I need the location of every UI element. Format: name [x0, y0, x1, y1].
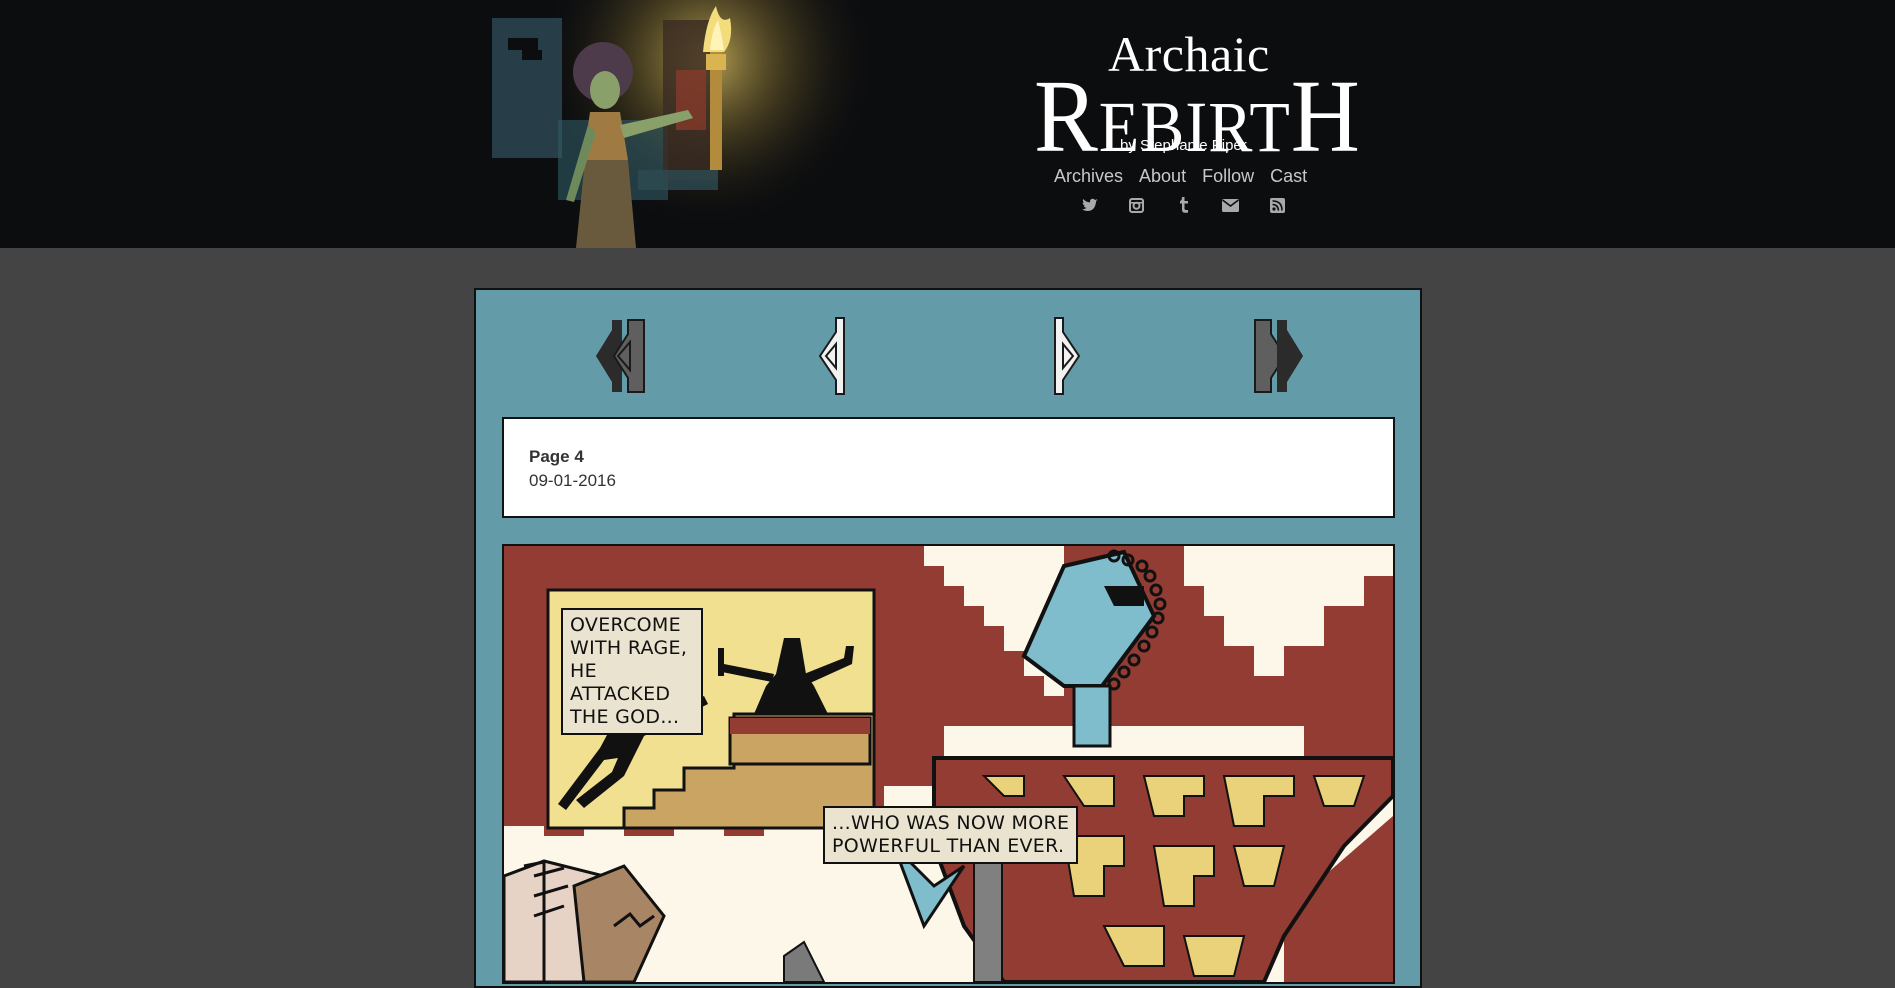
- logo-letter-h: H: [1290, 59, 1361, 174]
- page-info-box: Page 4 09-01-2016: [502, 417, 1395, 518]
- header-illustration: [488, 0, 918, 248]
- caption-line: HE ATTACKED: [570, 660, 671, 705]
- caption-line: THE GOD...: [570, 706, 680, 728]
- last-page-button[interactable]: [1247, 316, 1317, 396]
- social-links: [1078, 194, 1289, 216]
- caption-box-rage: OVERCOME WITH RAGE, HE ATTACKED THE GOD.…: [561, 608, 703, 735]
- rss-icon[interactable]: [1266, 194, 1289, 216]
- caption-line: POWERFUL THAN EVER.: [832, 835, 1065, 857]
- main-nav: Archives About Follow Cast: [1054, 166, 1307, 187]
- first-page-button[interactable]: [582, 316, 652, 396]
- nav-cast-link[interactable]: Cast: [1270, 166, 1307, 187]
- comic-panel: Page 4 09-01-2016 OVERCOME WITH RAGE, HE…: [474, 288, 1422, 988]
- twitter-icon[interactable]: [1078, 194, 1101, 216]
- logo-rebirth-text: REBIRTH: [1034, 65, 1361, 172]
- next-page-button[interactable]: [1023, 316, 1093, 396]
- comic-page-image: OVERCOME WITH RAGE, HE ATTACKED THE GOD.…: [502, 544, 1395, 984]
- previous-page-button[interactable]: [806, 316, 876, 396]
- comic-navigation: [476, 316, 1420, 396]
- logo-middle-letters: EBIRT: [1098, 87, 1291, 167]
- logo-letter-r: R: [1034, 59, 1099, 174]
- tumblr-icon[interactable]: [1172, 194, 1195, 216]
- site-logo[interactable]: Archaic REBIRTH: [1030, 28, 1360, 169]
- email-icon[interactable]: [1219, 194, 1242, 216]
- nav-follow-link[interactable]: Follow: [1202, 166, 1254, 187]
- nav-archives-link[interactable]: Archives: [1054, 166, 1123, 187]
- caption-box-powerful: ...WHO WAS NOW MORE POWERFUL THAN EVER.: [823, 806, 1079, 864]
- page-title: Page 4: [529, 447, 584, 466]
- caption-line: ...WHO WAS NOW MORE: [832, 812, 1070, 834]
- page-date: 09-01-2016: [529, 471, 616, 490]
- nav-about-link[interactable]: About: [1139, 166, 1186, 187]
- site-header: Archaic REBIRTH by Stephanie Piper Archi…: [0, 0, 1895, 248]
- author-byline: by Stephanie Piper: [1120, 137, 1247, 154]
- caption-line: OVERCOME: [570, 614, 681, 636]
- caption-line: WITH RAGE,: [570, 637, 688, 659]
- instagram-icon[interactable]: [1125, 194, 1148, 216]
